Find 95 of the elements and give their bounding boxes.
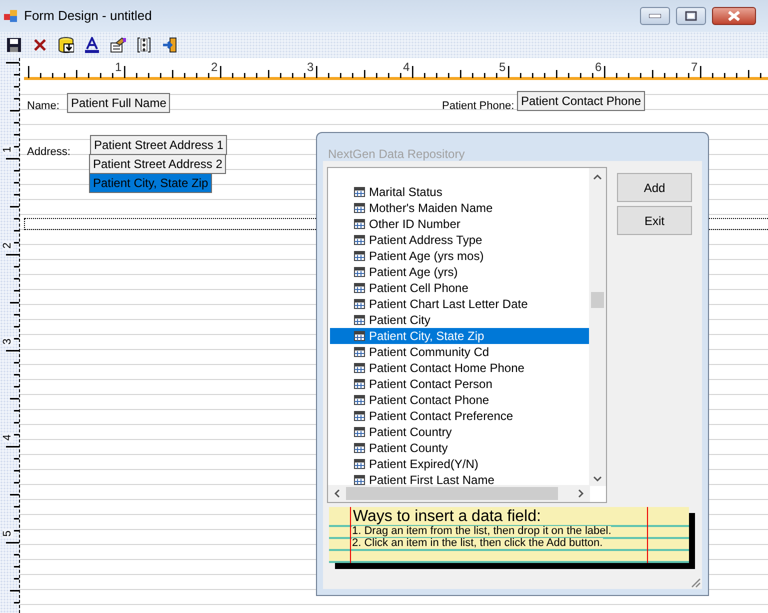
delete-icon [32, 37, 48, 53]
table-icon [354, 395, 365, 405]
list-item[interactable]: Patient Contact Person [330, 376, 592, 392]
data-field[interactable]: Patient Contact Phone [517, 91, 646, 111]
table-icon [354, 203, 365, 213]
exit-door-button[interactable] [162, 37, 178, 53]
data-field[interactable]: Patient Street Address 1 [90, 135, 228, 155]
ruler-number: 6 [595, 61, 602, 73]
form-label: Patient Phone: [442, 99, 514, 114]
data-field[interactable]: Patient City, State Zip [89, 173, 212, 193]
table-icon [354, 475, 365, 485]
list-item[interactable]: Mother's Maiden Name [330, 200, 592, 216]
properties-icon [110, 37, 126, 53]
window-title: Form Design - untitled [24, 7, 152, 26]
database-icon [58, 37, 74, 53]
table-icon [354, 443, 365, 453]
help-text: 2. Click an item in the list, then click the Add button. [352, 538, 603, 549]
table-icon [354, 299, 365, 309]
table-icon [354, 459, 365, 469]
scroll-right-icon [578, 489, 584, 498]
dialog-title: NextGen Data Repository [328, 146, 465, 163]
resize-grip-icon[interactable] [689, 576, 701, 588]
list-item[interactable]: Patient Community Cd [330, 344, 592, 360]
list-item[interactable]: Patient Address Type [330, 232, 592, 248]
font-color-button[interactable] [84, 37, 100, 53]
exit-door-icon [162, 37, 178, 53]
scroll-thumb[interactable] [591, 292, 604, 308]
minimize-button[interactable] [640, 7, 670, 25]
database-button[interactable] [58, 37, 74, 53]
font-color-icon [84, 37, 100, 53]
form-label: Address: [27, 145, 70, 160]
list-item[interactable]: Patient Country [330, 424, 592, 440]
ruler-number: 7 [691, 61, 698, 73]
list-item[interactable]: Patient Age (yrs) [330, 264, 592, 280]
close-button[interactable] [712, 7, 756, 25]
table-icon [354, 267, 365, 277]
scroll-thumb[interactable] [346, 487, 558, 500]
list-item[interactable]: Patient Expired(Y/N) [330, 456, 592, 472]
help-text: 1. Drag an item from the list, then drop it on the label. [352, 526, 612, 537]
save-button[interactable] [6, 37, 22, 53]
horizontal-scrollbar[interactable] [328, 485, 590, 502]
table-icon [354, 283, 365, 293]
close-icon [728, 11, 740, 21]
ruler-number: 2 [211, 61, 218, 73]
resize-button[interactable] [136, 37, 152, 53]
table-icon [354, 331, 365, 341]
vertical-scrollbar[interactable] [589, 168, 606, 486]
table-icon [354, 347, 365, 357]
list-item[interactable]: Patient Contact Home Phone [330, 360, 592, 376]
ruler-number: 2 [2, 241, 14, 250]
list-item[interactable]: Patient City, State Zip [330, 328, 592, 344]
ruler-number: 1 [2, 145, 14, 154]
table-icon [354, 251, 365, 261]
help-heading: Ways to insert a data field: [353, 508, 541, 525]
app-icon [4, 10, 18, 22]
data-field[interactable]: Patient Full Name [67, 93, 170, 113]
table-icon [354, 427, 365, 437]
ruler-number: 3 [2, 337, 14, 346]
table-icon [354, 219, 365, 229]
table-icon [354, 411, 365, 421]
scroll-left-icon [334, 489, 340, 498]
list-item[interactable]: Patient City [330, 312, 592, 328]
ruler-number: 4 [2, 433, 14, 442]
resize-icon [136, 37, 152, 53]
list-item[interactable]: Marital Status [330, 184, 592, 200]
add-button[interactable]: Add [617, 173, 692, 202]
list-item[interactable]: Patient Chart Last Letter Date [330, 296, 592, 312]
save-icon [6, 37, 22, 53]
list-item[interactable]: Other ID Number [330, 216, 592, 232]
ruler-number: 3 [307, 61, 314, 73]
ruler-number: 1 [115, 61, 122, 73]
table-icon [354, 187, 365, 197]
data-field[interactable]: Patient Street Address 2 [89, 154, 226, 174]
exit-button[interactable]: Exit [617, 206, 692, 235]
ruler-number: 5 [2, 529, 14, 538]
scroll-down-icon [593, 476, 602, 482]
table-icon [354, 235, 365, 245]
delete-button[interactable] [32, 37, 48, 53]
form-label: Name: [27, 99, 60, 114]
list-item[interactable]: Patient First Last Name [330, 472, 592, 488]
maximize-button[interactable] [676, 7, 706, 25]
ruler-number: 4 [403, 61, 410, 73]
list-item[interactable]: Patient Contact Phone [330, 392, 592, 408]
list-item[interactable]: Patient County [330, 440, 592, 456]
table-icon [354, 315, 365, 325]
list-item[interactable]: Patient Age (yrs mos) [330, 248, 592, 264]
list-item[interactable]: Patient Contact Preference [330, 408, 592, 424]
properties-button[interactable] [110, 37, 126, 53]
ruler-number: 5 [499, 61, 506, 73]
list-item[interactable]: Patient Cell Phone [330, 280, 592, 296]
table-icon [354, 379, 365, 389]
table-icon [354, 363, 365, 373]
scroll-up-icon [593, 174, 602, 180]
maximize-icon [685, 11, 697, 21]
minimize-icon [649, 14, 661, 18]
